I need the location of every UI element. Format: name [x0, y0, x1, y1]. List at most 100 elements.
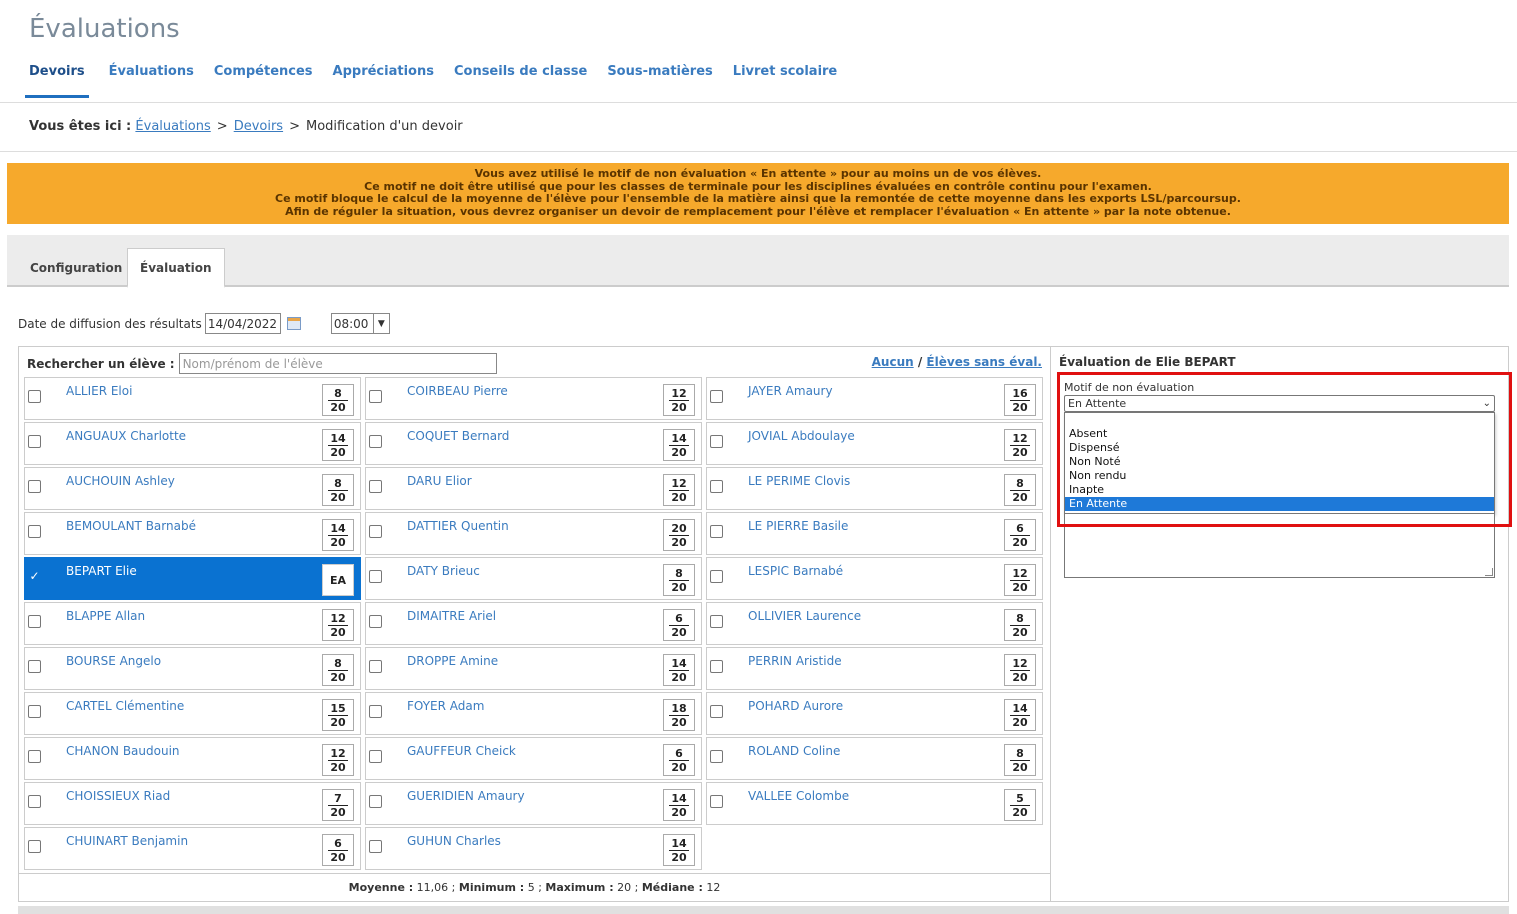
student-checkbox[interactable]: [369, 525, 382, 538]
student-checkbox[interactable]: [369, 795, 382, 808]
student-row[interactable]: DATTIER Quentin 20 20: [365, 512, 702, 555]
nav-competences[interactable]: Compétences: [214, 64, 313, 98]
student-checkbox[interactable]: [369, 435, 382, 448]
student-row[interactable]: GAUFFEUR Cheick 6 20: [365, 737, 702, 780]
motif-option-non-note[interactable]: Non Noté: [1065, 455, 1494, 469]
nav-appreciations[interactable]: Appréciations: [333, 64, 434, 98]
student-name[interactable]: JAYER Amaury: [748, 384, 833, 398]
student-grade[interactable]: 8 20: [1004, 744, 1036, 776]
student-row[interactable]: BLAPPE Allan 12 20: [24, 602, 361, 645]
nav-conseils-de-classe[interactable]: Conseils de classe: [454, 64, 587, 98]
student-name[interactable]: DARU Elior: [407, 474, 472, 488]
student-checkbox[interactable]: [28, 795, 41, 808]
student-row[interactable]: LE PERIME Clovis 8 20: [706, 467, 1043, 510]
student-checkbox[interactable]: [710, 660, 723, 673]
search-input[interactable]: Nom/prénom de l'élève: [178, 353, 497, 374]
student-checkbox[interactable]: [369, 660, 382, 673]
tab-evaluation[interactable]: Évaluation: [127, 248, 225, 288]
comment-textarea[interactable]: [1064, 514, 1495, 578]
diffusion-date-input[interactable]: 14/04/2022: [204, 313, 281, 334]
student-checkbox[interactable]: [710, 480, 723, 493]
student-checkbox[interactable]: [369, 390, 382, 403]
student-checkbox[interactable]: [710, 390, 723, 403]
student-row[interactable]: LESPIC Barnabé 12 20: [706, 557, 1043, 600]
student-name[interactable]: DROPPE Amine: [407, 654, 498, 668]
student-name[interactable]: BOURSE Angelo: [66, 654, 161, 668]
student-row[interactable]: COQUET Bernard 14 20: [365, 422, 702, 465]
nav-livret-scolaire[interactable]: Livret scolaire: [733, 64, 837, 98]
student-grade[interactable]: 8 20: [1004, 609, 1036, 641]
student-grade[interactable]: 14 20: [322, 519, 354, 551]
student-checkbox[interactable]: [369, 615, 382, 628]
resize-handle-icon[interactable]: [1485, 568, 1493, 576]
student-checkbox[interactable]: [369, 705, 382, 718]
student-grade[interactable]: 16 20: [1004, 384, 1036, 416]
student-row[interactable]: OLLIVIER Laurence 8 20: [706, 602, 1043, 645]
student-row[interactable]: CHOISSIEUX Riad 7 20: [24, 782, 361, 825]
student-grade[interactable]: 12 20: [322, 744, 354, 776]
student-name[interactable]: GUERIDIEN Amaury: [407, 789, 525, 803]
student-grade[interactable]: 12 20: [1004, 654, 1036, 686]
student-name[interactable]: GUHUN Charles: [407, 834, 501, 848]
nav-sous-matieres[interactable]: Sous-matières: [607, 64, 712, 98]
student-row[interactable]: AUCHOUIN Ashley 8 20: [24, 467, 361, 510]
diffusion-time-select[interactable]: 08:00 ▼: [330, 313, 390, 334]
nav-evaluations[interactable]: Évaluations: [109, 64, 194, 98]
student-row[interactable]: ALLIER Eloi 8 20: [24, 377, 361, 420]
student-name[interactable]: CHOISSIEUX Riad: [66, 789, 170, 803]
student-grade[interactable]: 12 20: [1004, 429, 1036, 461]
student-checkbox[interactable]: [28, 615, 41, 628]
student-checkbox[interactable]: [710, 525, 723, 538]
motif-option-dispense[interactable]: Dispensé: [1065, 441, 1494, 455]
student-checkbox[interactable]: [369, 480, 382, 493]
student-row[interactable]: CARTEL Clémentine 15 20: [24, 692, 361, 735]
student-row[interactable]: GUHUN Charles 14 20: [365, 827, 702, 870]
nav-devoirs[interactable]: Devoirs: [25, 64, 89, 98]
student-grade[interactable]: 14 20: [663, 834, 695, 866]
student-grade[interactable]: 8 20: [663, 564, 695, 596]
student-checkbox[interactable]: [710, 795, 723, 808]
student-grade[interactable]: 8 20: [322, 474, 354, 506]
student-name[interactable]: DIMAITRE Ariel: [407, 609, 496, 623]
student-checkbox[interactable]: [710, 615, 723, 628]
student-checkbox[interactable]: [369, 570, 382, 583]
student-row[interactable]: ROLAND Coline 8 20: [706, 737, 1043, 780]
student-checkbox[interactable]: [28, 525, 41, 538]
student-name[interactable]: FOYER Adam: [407, 699, 484, 713]
motif-select[interactable]: En Attente ⌄: [1064, 395, 1495, 412]
student-grade[interactable]: 5 20: [1004, 789, 1036, 821]
student-row[interactable]: COIRBEAU Pierre 12 20: [365, 377, 702, 420]
student-name[interactable]: BEPART Elie: [66, 564, 137, 578]
student-name[interactable]: DATTIER Quentin: [407, 519, 509, 533]
student-grade[interactable]: 6 20: [663, 744, 695, 776]
motif-option-absent[interactable]: Absent: [1065, 427, 1494, 441]
student-grade[interactable]: 8 20: [1004, 474, 1036, 506]
student-name[interactable]: CHUINART Benjamin: [66, 834, 188, 848]
student-grade[interactable]: 12 20: [663, 474, 695, 506]
student-name[interactable]: BLAPPE Allan: [66, 609, 145, 623]
student-row[interactable]: GUERIDIEN Amaury 14 20: [365, 782, 702, 825]
student-grade[interactable]: 12 20: [663, 384, 695, 416]
student-row[interactable]: DIMAITRE Ariel 6 20: [365, 602, 702, 645]
student-name[interactable]: ANGUAUX Charlotte: [66, 429, 186, 443]
student-row[interactable]: BEMOULANT Barnabé 14 20: [24, 512, 361, 555]
student-grade[interactable]: 20 20: [663, 519, 695, 551]
student-checkbox[interactable]: [28, 435, 41, 448]
student-row[interactable]: BOURSE Angelo 8 20: [24, 647, 361, 690]
student-name[interactable]: DATY Brieuc: [407, 564, 480, 578]
motif-option-non-rendu[interactable]: Non rendu: [1065, 469, 1494, 483]
student-grade[interactable]: 18 20: [663, 699, 695, 731]
student-name[interactable]: CARTEL Clémentine: [66, 699, 184, 713]
student-grade[interactable]: 12 20: [1004, 564, 1036, 596]
student-checkbox[interactable]: [369, 840, 382, 853]
breadcrumb-link-evaluations[interactable]: Évaluations: [135, 119, 210, 134]
student-row[interactable]: PERRIN Aristide 12 20: [706, 647, 1043, 690]
student-checkbox[interactable]: [28, 660, 41, 673]
student-name[interactable]: ALLIER Eloi: [66, 384, 132, 398]
student-name[interactable]: LESPIC Barnabé: [748, 564, 843, 578]
student-grade[interactable]: 6 20: [322, 834, 354, 866]
student-name[interactable]: LE PERIME Clovis: [748, 474, 850, 488]
student-grade[interactable]: 14 20: [663, 654, 695, 686]
student-grade[interactable]: 8 20: [322, 384, 354, 416]
student-name[interactable]: VALLEE Colombe: [748, 789, 849, 803]
